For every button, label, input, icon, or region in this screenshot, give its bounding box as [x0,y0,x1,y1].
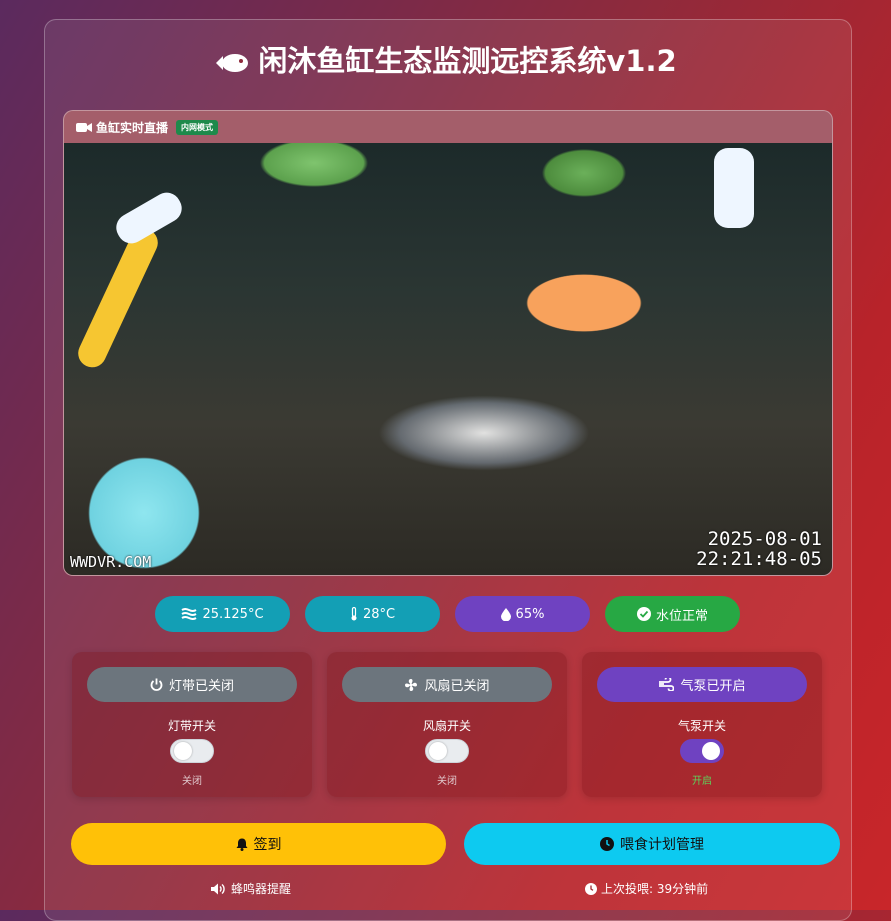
led-strip-button[interactable]: 灯带已关闭 [87,667,297,702]
video-title: 鱼缸实时直播 [96,120,169,135]
air-temperature-pill: 28°C [305,596,440,632]
water-temperature-pill: 25.125°C [155,596,290,632]
fan-toggle[interactable] [425,739,469,763]
fan-switch-label: 风扇开关 [422,719,471,733]
page-title: 闲沐鱼缸生态监测远控系统v1.2 [0,38,891,80]
water-temperature-value: 25.125°C [202,606,264,622]
water-wave-icon [181,608,198,620]
droplet-icon [500,607,511,621]
thermometer-icon [351,607,357,621]
sensor-readings: 25.125°C 28°C 65% 水位正常 [155,596,740,632]
toggle-knob [702,742,720,760]
pipe-right [714,148,754,228]
air-pump-toggle[interactable] [680,739,724,763]
fan-button[interactable]: 风扇已关闭 [342,667,552,702]
video-camera-icon [76,122,92,132]
timestamp-time: 22:21:48-05 [696,548,822,570]
video-watermark: WWDVR.COM [70,553,152,571]
pipe-left [73,224,163,372]
check-circle-icon [636,607,651,621]
humidity-value: 65% [515,606,545,622]
title-text: 闲沐鱼缸生态监测远控系统v1.2 [258,44,677,78]
air-pump-state: 开启 [692,776,712,787]
device-controls: 灯带已关闭 灯带开关 关闭 风扇已关闭 风扇开关 关闭 气泵已开启 气泵开关 开… [72,652,822,797]
fan-icon [405,678,418,691]
checkin-button[interactable]: 签到 [71,823,446,865]
led-strip-button-label: 灯带已关闭 [168,679,234,694]
feeding-plan-label: 喂食计划管理 [620,837,704,853]
wind-icon [659,678,675,691]
air-pump-button-label: 气泵已开启 [680,679,746,694]
air-pump-switch-label: 气泵开关 [677,719,726,733]
video-header: 鱼缸实时直播 内网模式 [64,111,832,143]
fan-state: 关闭 [437,776,457,787]
air-temperature-value: 28°C [362,606,396,622]
fish-icon [216,54,249,72]
clock-icon [600,837,614,851]
timestamp-date: 2025-08-01 [707,528,822,550]
fan-button-label: 风扇已关闭 [424,679,490,694]
led-strip-toggle[interactable] [170,739,214,763]
toggle-knob [174,742,192,760]
live-video-stream[interactable]: WWDVR.COM 2025-08-01 22:21:48-05 [64,143,832,575]
video-card: 鱼缸实时直播 内网模式 WWDVR.COM 2025-08-01 22:21:4… [63,110,833,576]
humidity-pill: 65% [455,596,590,632]
toggle-knob [429,742,447,760]
buzzer-reminder[interactable]: 蜂鸣器提醒 [211,880,291,897]
clock-icon [585,882,597,895]
led-strip-switch-label: 灯带开关 [167,719,216,733]
bell-icon [236,838,247,851]
fan-card: 风扇已关闭 风扇开关 关闭 [327,652,567,797]
buzzer-label: 蜂鸣器提醒 [231,882,292,896]
led-strip-state: 关闭 [182,776,202,787]
water-level-pill: 水位正常 [605,596,740,632]
last-feed-info: 上次投喂: 39分钟前 [585,880,708,897]
speaker-icon [211,883,225,894]
last-feed-text: 上次投喂: 39分钟前 [601,882,709,896]
air-pump-card: 气泵已开启 气泵开关 开启 [582,652,822,797]
feeding-plan-button[interactable]: 喂食计划管理 [464,823,840,865]
checkin-label: 签到 [253,837,282,853]
video-timestamp: 2025-08-01 22:21:48-05 [696,529,822,569]
water-level-value: 水位正常 [655,608,708,624]
power-icon [150,678,163,691]
led-strip-card: 灯带已关闭 灯带开关 关闭 [72,652,312,797]
air-pump-button[interactable]: 气泵已开启 [597,667,807,702]
network-mode-badge: 内网模式 [176,119,219,135]
